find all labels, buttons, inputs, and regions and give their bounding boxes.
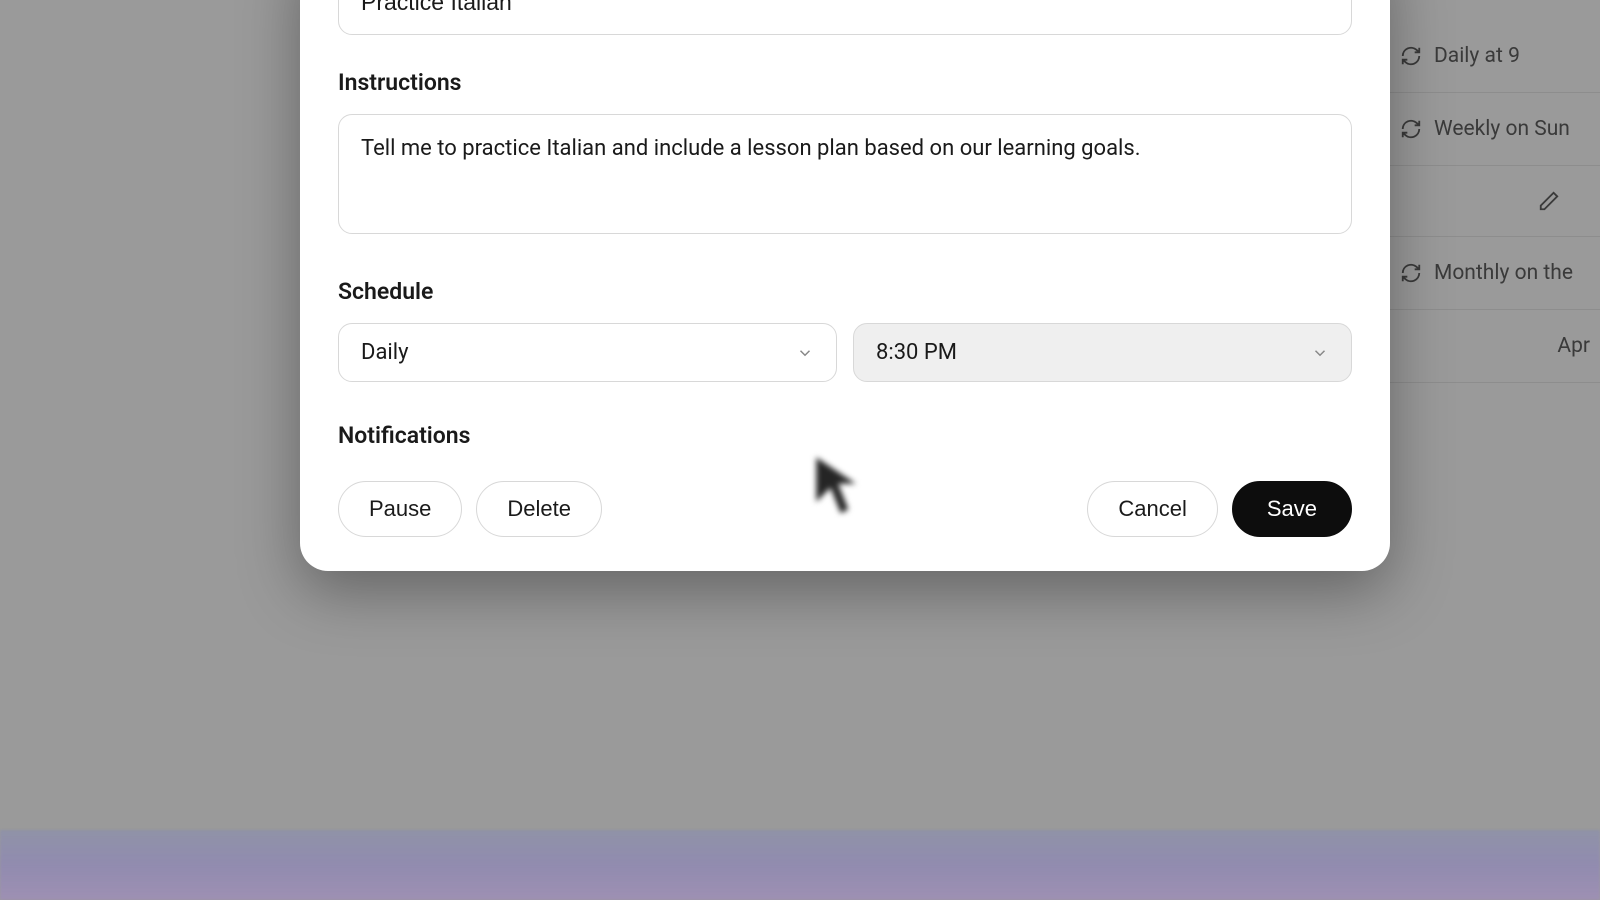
schedule-row: Daily 8:30 PM	[338, 323, 1352, 382]
bg-task-daily: Daily at 9	[1390, 20, 1600, 93]
edit-task-modal: Instructions Tell me to practice Italian…	[300, 0, 1390, 571]
cancel-button[interactable]: Cancel	[1087, 481, 1217, 537]
refresh-icon	[1400, 45, 1422, 67]
bg-task-weekly: Weekly on Sun	[1390, 93, 1600, 166]
refresh-icon	[1400, 262, 1422, 284]
task-name-input[interactable]	[338, 0, 1352, 35]
chevron-down-icon	[1311, 344, 1329, 362]
bg-task-apr: Apr	[1390, 310, 1600, 383]
delete-button[interactable]: Delete	[476, 481, 602, 537]
background-task-list: Daily at 9 Weekly on Sun Monthly on the …	[1390, 20, 1600, 383]
dock-background	[0, 830, 1600, 900]
frequency-select[interactable]: Daily	[338, 323, 837, 382]
bg-task-label: Daily at 9	[1434, 44, 1520, 68]
left-button-group: Pause Delete	[338, 481, 602, 537]
right-button-group: Cancel Save	[1087, 481, 1352, 537]
instructions-textarea[interactable]: Tell me to practice Italian and include …	[338, 114, 1352, 234]
bg-task-monthly: Monthly on the	[1390, 237, 1600, 310]
save-button[interactable]: Save	[1232, 481, 1352, 537]
bg-task-label: Monthly on the	[1434, 261, 1573, 285]
bg-task-edit	[1390, 166, 1600, 237]
notifications-label: Notifications	[338, 422, 1352, 449]
time-value: 8:30 PM	[876, 340, 957, 365]
modal-button-row: Pause Delete Cancel Save	[338, 481, 1352, 537]
bg-task-label: Apr	[1557, 334, 1590, 358]
frequency-value: Daily	[361, 340, 409, 365]
pause-button[interactable]: Pause	[338, 481, 462, 537]
refresh-icon	[1400, 118, 1422, 140]
instructions-label: Instructions	[338, 69, 1352, 96]
chevron-down-icon	[796, 344, 814, 362]
bg-task-label: Weekly on Sun	[1434, 117, 1570, 141]
pencil-icon	[1538, 190, 1560, 212]
time-select[interactable]: 8:30 PM	[853, 323, 1352, 382]
schedule-label: Schedule	[338, 278, 1352, 305]
